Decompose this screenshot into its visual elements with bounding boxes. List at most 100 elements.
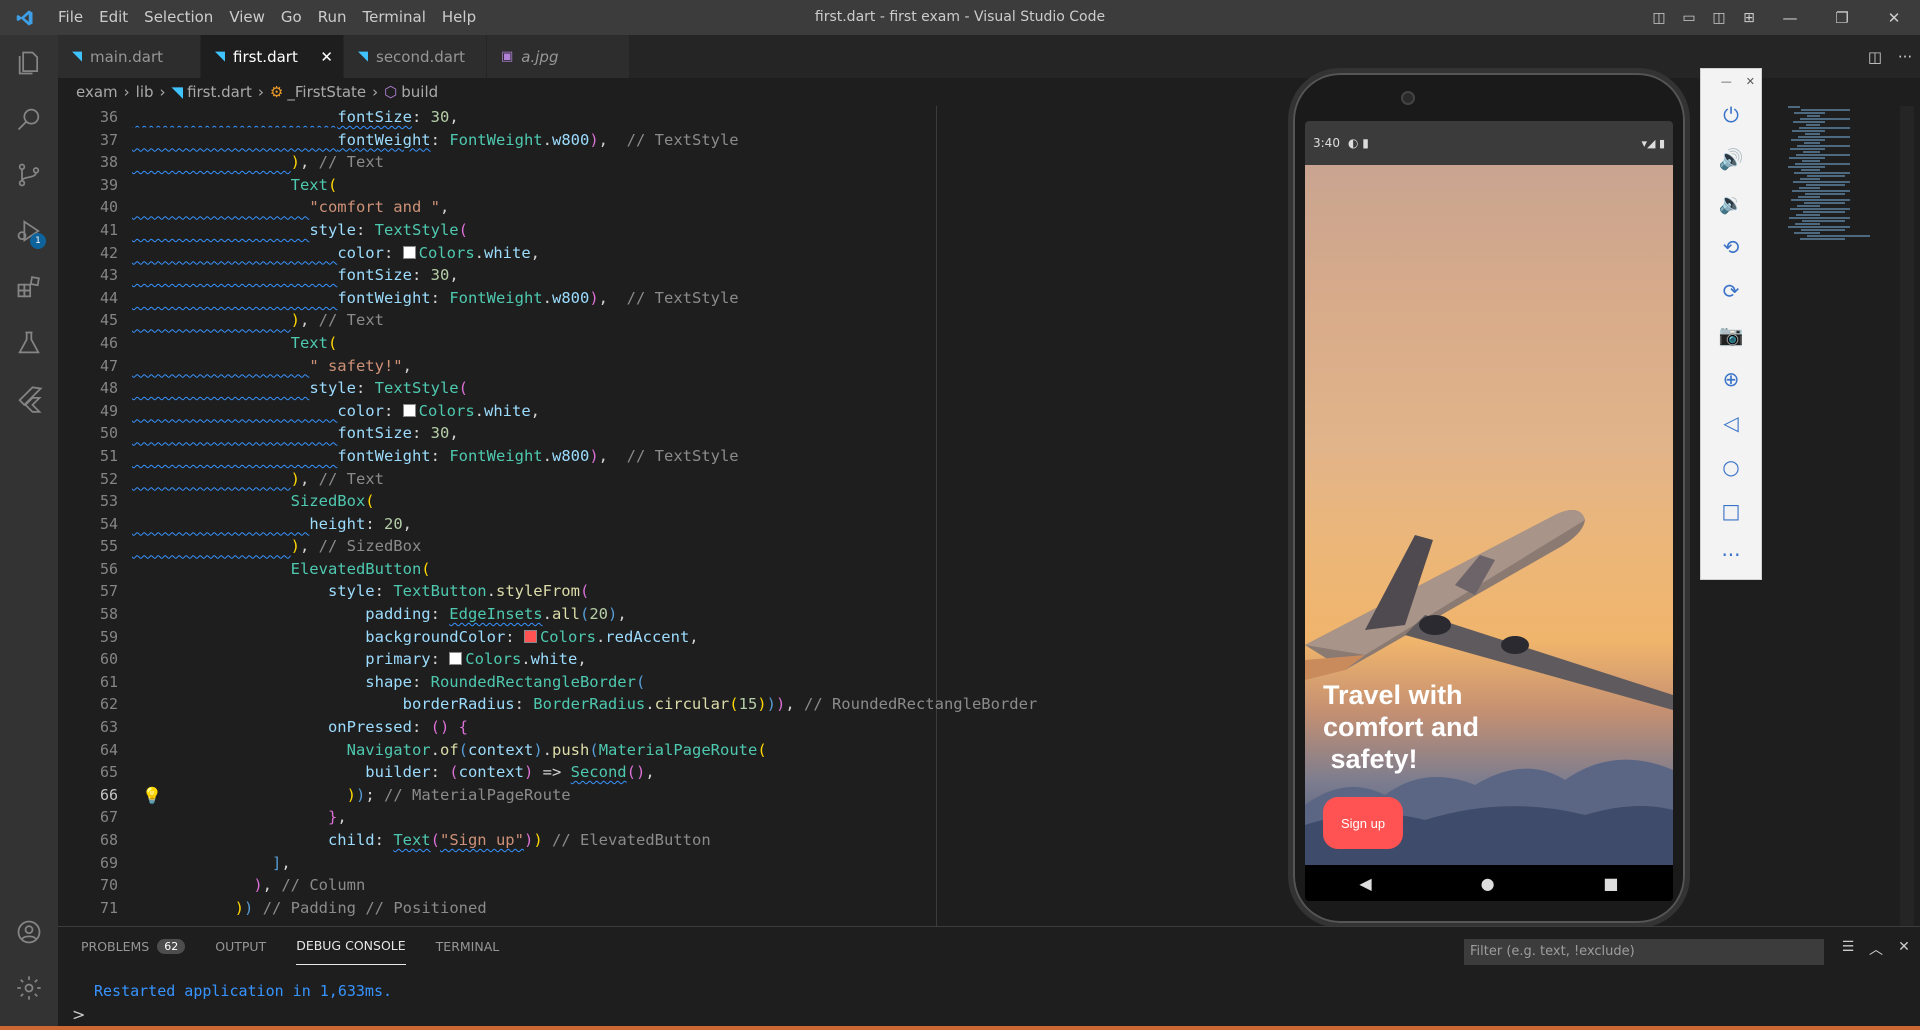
settings-gear-icon[interactable] bbox=[0, 960, 58, 1016]
menu-run[interactable]: Run bbox=[310, 0, 355, 35]
color-swatch bbox=[402, 245, 416, 259]
code-line: builder: (context) => Second(), bbox=[365, 763, 655, 782]
minimap-line bbox=[1789, 157, 1825, 159]
line-number: 57 bbox=[99, 582, 118, 601]
menu-file[interactable]: File bbox=[50, 0, 91, 35]
breadcrumb-method[interactable]: build bbox=[401, 83, 438, 101]
accounts-icon[interactable] bbox=[0, 904, 58, 960]
code-line: Text( bbox=[290, 333, 338, 352]
code-line: padding: EdgeInsets.all(20), bbox=[365, 605, 627, 624]
minimap-line bbox=[1793, 181, 1850, 183]
line-number: 51 bbox=[99, 446, 118, 465]
menu-go[interactable]: Go bbox=[273, 0, 310, 35]
back-icon[interactable]: ◁ bbox=[1701, 401, 1761, 445]
line-number: 70 bbox=[99, 876, 118, 895]
breadcrumb-lib[interactable]: lib bbox=[136, 83, 154, 101]
nav-back-icon[interactable]: ◀ bbox=[1359, 874, 1371, 893]
tab-first-dart[interactable]: ◥ first.dart ✕ bbox=[201, 35, 344, 78]
tab-terminal[interactable]: TERMINAL bbox=[436, 927, 500, 965]
volume-up-icon[interactable]: 🔊 bbox=[1701, 137, 1761, 181]
tab-a-jpg[interactable]: ▣ a.jpg bbox=[487, 35, 630, 78]
toggle-sidebar-icon[interactable]: ◫ bbox=[1644, 0, 1674, 35]
tab-main-dart[interactable]: ◥ main.dart bbox=[58, 35, 201, 78]
home-icon[interactable]: ○ bbox=[1701, 445, 1761, 489]
minimap-line bbox=[1790, 208, 1850, 210]
tab-problems[interactable]: PROBLEMS 62 bbox=[81, 927, 186, 965]
menu-help[interactable]: Help bbox=[434, 0, 484, 35]
emulator-close-icon[interactable]: ✕ bbox=[1746, 75, 1755, 88]
tab-label: DEBUG CONSOLE bbox=[296, 938, 406, 953]
breadcrumb: exam › lib › ◥ first.dart › ⚙ _FirstStat… bbox=[76, 78, 438, 106]
code-line: fontWeight: FontWeight.w800), // TextSty… bbox=[337, 288, 739, 307]
code-line: borderRadius: BorderRadius.circular(15))… bbox=[402, 695, 1038, 714]
tab-output[interactable]: OUTPUT bbox=[215, 927, 266, 965]
extensions-icon[interactable] bbox=[0, 259, 58, 315]
menu-edit[interactable]: Edit bbox=[91, 0, 136, 35]
tab-label: first.dart bbox=[233, 47, 298, 66]
volume-down-icon[interactable]: 🔉 bbox=[1701, 181, 1761, 225]
breadcrumb-exam[interactable]: exam bbox=[76, 83, 118, 101]
minimap-line bbox=[1799, 127, 1850, 129]
breadcrumb-file[interactable]: first.dart bbox=[187, 83, 252, 101]
chevron-right-icon: › bbox=[257, 83, 264, 101]
code-comment: // Padding // Positioned bbox=[262, 898, 487, 917]
nav-home-icon[interactable]: ● bbox=[1481, 874, 1495, 893]
flutter-icon[interactable] bbox=[0, 371, 58, 427]
nav-overview-icon[interactable]: ■ bbox=[1603, 874, 1618, 893]
rotate-left-icon[interactable]: ⟲ bbox=[1701, 225, 1761, 269]
power-icon[interactable]: ⏻ bbox=[1701, 93, 1761, 137]
menu-view[interactable]: View bbox=[221, 0, 273, 35]
toggle-secondary-sidebar-icon[interactable]: ◫ bbox=[1704, 0, 1734, 35]
source-control-icon[interactable] bbox=[0, 147, 58, 203]
toggle-panel-icon[interactable]: ▭ bbox=[1674, 0, 1704, 35]
emulator-minimize-icon[interactable]: — bbox=[1721, 75, 1732, 88]
camera-screenshot-icon[interactable]: 📷 bbox=[1701, 313, 1761, 357]
minimap-line bbox=[1798, 196, 1820, 198]
minimize-button[interactable]: — bbox=[1764, 0, 1816, 35]
minimap-line bbox=[1795, 163, 1850, 165]
line-number: 61 bbox=[99, 672, 118, 691]
maximize-panel-icon[interactable]: ︿ bbox=[1862, 939, 1890, 959]
menu-selection[interactable]: Selection bbox=[136, 0, 221, 35]
search-icon[interactable] bbox=[0, 91, 58, 147]
line-number: 40 bbox=[99, 198, 118, 217]
tab-debug-console[interactable]: DEBUG CONSOLE bbox=[296, 927, 406, 965]
restore-button[interactable]: ❐ bbox=[1816, 0, 1868, 35]
explorer-icon[interactable] bbox=[0, 35, 58, 91]
run-debug-icon[interactable]: 1 bbox=[0, 203, 58, 259]
color-swatch bbox=[449, 652, 463, 666]
more-actions-icon[interactable]: ··· bbox=[1890, 48, 1920, 66]
class-icon: ⚙ bbox=[269, 83, 284, 101]
breadcrumb-class[interactable]: _FirstState bbox=[287, 83, 366, 101]
customize-layout-icon[interactable]: ⊞ bbox=[1734, 0, 1764, 35]
rotate-right-icon[interactable]: ⟳ bbox=[1701, 269, 1761, 313]
code-line: ), // Column bbox=[253, 876, 366, 895]
overview-icon[interactable]: □ bbox=[1701, 489, 1761, 533]
tab-second-dart[interactable]: ◥ second.dart bbox=[344, 35, 487, 78]
clear-console-icon[interactable]: ☰ bbox=[1834, 939, 1862, 959]
wifi-signal-battery-icon: ▾◢ ▮ bbox=[1641, 136, 1665, 150]
sign-up-button[interactable]: Sign up bbox=[1323, 797, 1403, 849]
more-options-icon[interactable]: ··· bbox=[1701, 533, 1761, 577]
console-prompt[interactable]: > bbox=[72, 1005, 85, 1024]
menu-terminal[interactable]: Terminal bbox=[355, 0, 434, 35]
close-panel-icon[interactable]: ✕ bbox=[1890, 939, 1918, 959]
bottom-panel: PROBLEMS 62 OUTPUT DEBUG CONSOLE TERMINA… bbox=[58, 926, 1920, 1030]
editor-scrollbar[interactable] bbox=[1900, 106, 1914, 926]
testing-icon[interactable] bbox=[0, 315, 58, 371]
front-camera bbox=[1401, 91, 1415, 105]
minimap[interactable] bbox=[1788, 106, 1873, 266]
code-line: primary: Colors.white, bbox=[365, 650, 587, 669]
emulator-screen[interactable]: 3:40 ◐ ▮ ▾◢ ▮ Travel with comfort and sa… bbox=[1305, 121, 1673, 901]
minimap-line bbox=[1792, 190, 1850, 192]
close-window-button[interactable]: ✕ bbox=[1868, 0, 1920, 35]
zoom-icon[interactable]: ⊕ bbox=[1701, 357, 1761, 401]
split-editor-icon[interactable]: ◫ bbox=[1860, 48, 1890, 66]
minimap-line bbox=[1803, 151, 1820, 153]
dart-file-icon: ◥ bbox=[358, 49, 368, 64]
line-number: 66 bbox=[99, 785, 118, 804]
console-filter-input[interactable]: Filter (e.g. text, !exclude) bbox=[1464, 939, 1824, 965]
minimap-line bbox=[1806, 124, 1820, 126]
minimap-line bbox=[1798, 136, 1850, 138]
close-tab-icon[interactable]: ✕ bbox=[320, 48, 333, 66]
